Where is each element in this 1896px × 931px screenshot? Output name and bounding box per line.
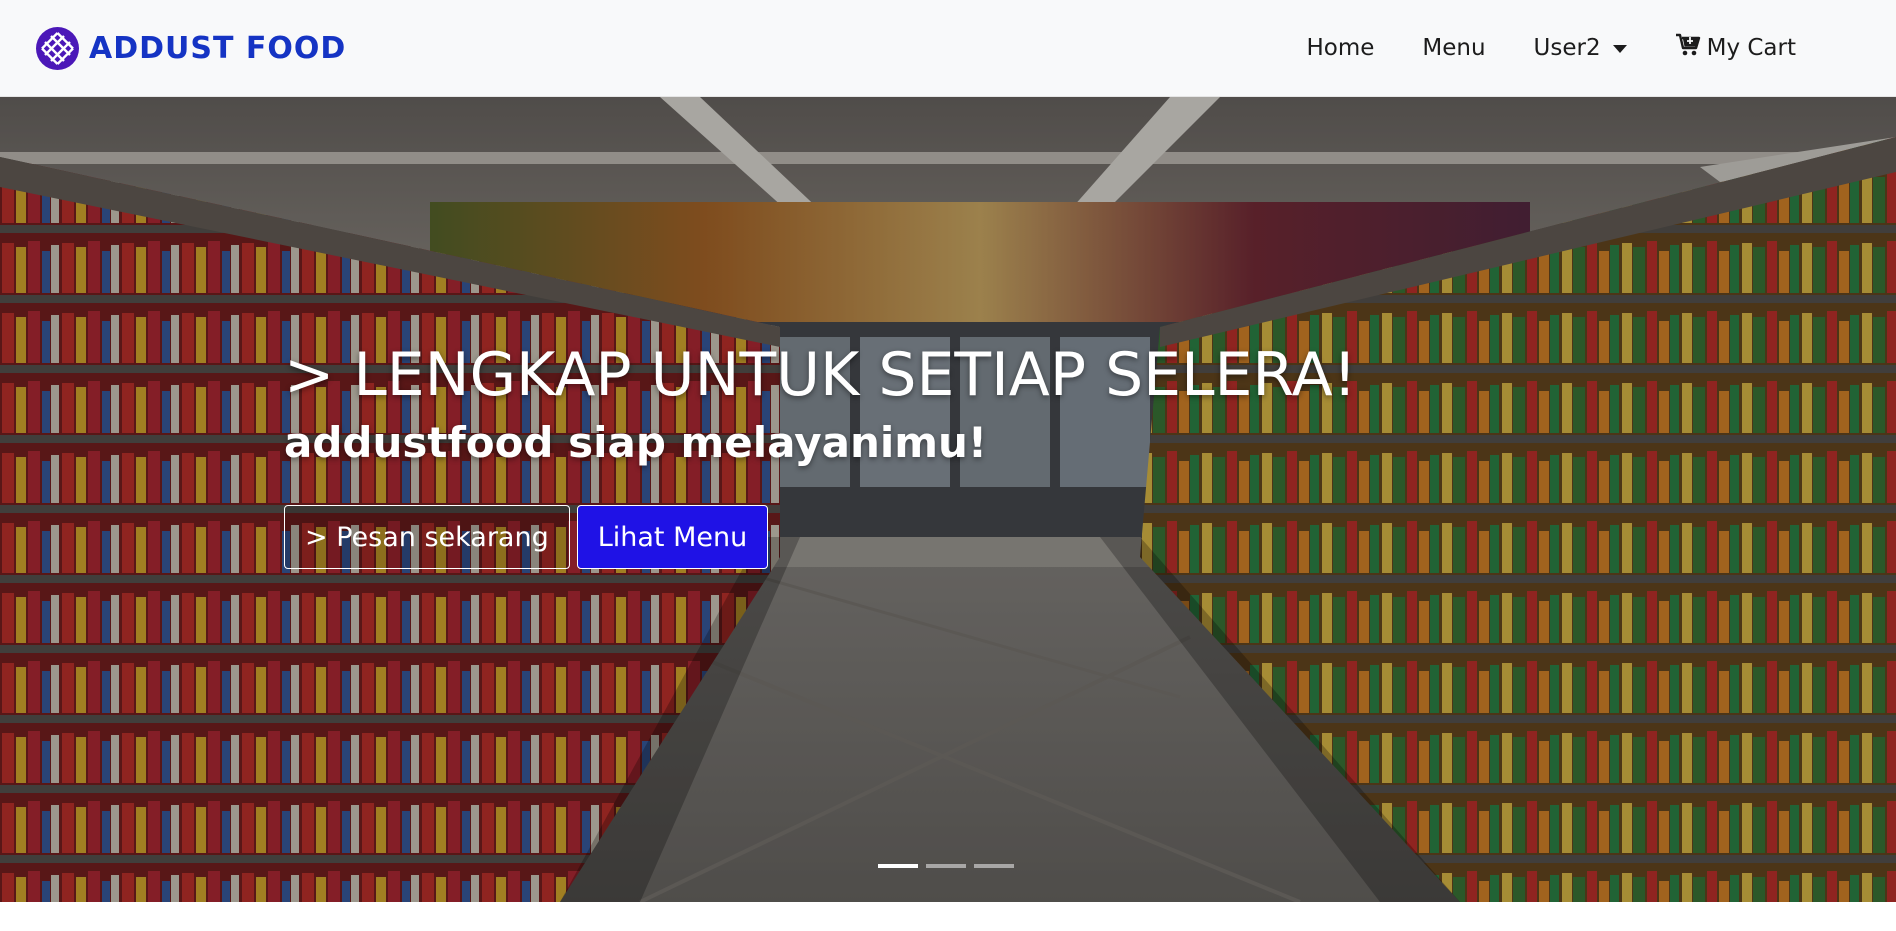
carousel-indicators — [878, 864, 1014, 868]
brand-link[interactable]: ADDUST FOOD — [36, 26, 347, 70]
navbar: ADDUST FOOD Home Menu User2 My Cart — [0, 0, 1896, 97]
hero-carousel: > LENGKAP UNTUK SETIAP SELERA! addustfoo… — [0, 97, 1896, 902]
hero-subtitle: addustfood siap melayanimu! — [284, 418, 988, 467]
nav-cart[interactable]: My Cart — [1651, 25, 1820, 71]
carousel-indicator-2[interactable] — [926, 864, 966, 868]
nav-user-label: User2 — [1533, 35, 1601, 61]
nav-home[interactable]: Home — [1282, 27, 1398, 69]
view-menu-button[interactable]: Lihat Menu — [576, 505, 769, 569]
brand-name: ADDUST FOOD — [89, 30, 347, 66]
caret-down-icon — [1612, 45, 1627, 53]
carousel-indicator-1[interactable] — [878, 864, 918, 868]
hero-title: > LENGKAP UNTUK SETIAP SELERA! — [284, 340, 1357, 410]
order-now-button[interactable]: > Pesan sekarang — [284, 505, 570, 569]
hero-buttons: > Pesan sekarang Lihat Menu — [284, 505, 1357, 569]
brand-logo-icon — [36, 26, 79, 70]
nav-links: Home Menu User2 My Cart — [1282, 25, 1820, 71]
carousel-indicator-3[interactable] — [974, 864, 1014, 868]
cart-icon — [1675, 33, 1701, 63]
nav-menu[interactable]: Menu — [1398, 27, 1509, 69]
nav-cart-label: My Cart — [1706, 35, 1796, 61]
nav-user-dropdown[interactable]: User2 — [1510, 27, 1651, 69]
hero-caption: > LENGKAP UNTUK SETIAP SELERA! addustfoo… — [284, 339, 1357, 569]
